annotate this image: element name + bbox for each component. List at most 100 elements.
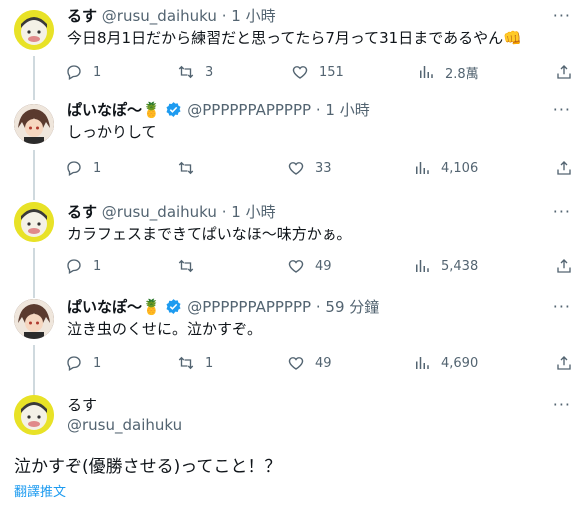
retweet-button[interactable]	[177, 256, 205, 276]
tweet[interactable]: るす @rusu_daihuku · 1 小時 ··· カラフェスまできてぱいな…	[0, 186, 585, 292]
avatar[interactable]	[14, 299, 54, 339]
like-count: 151	[319, 64, 344, 80]
timestamp[interactable]: 1 小時	[231, 7, 275, 25]
reply-button[interactable]: 1	[65, 353, 101, 373]
retweet-count: 3	[205, 64, 214, 80]
views-count: 4,106	[441, 160, 479, 176]
separator: ·	[315, 298, 321, 316]
share-icon	[557, 259, 571, 273]
separator: ·	[221, 203, 227, 221]
display-name[interactable]: るす	[67, 395, 97, 415]
views-button[interactable]: 2.8萬	[417, 62, 479, 82]
share-button[interactable]	[555, 62, 573, 82]
views-icon	[416, 260, 429, 272]
display-name[interactable]: ぱいなぽ〜🍍	[67, 298, 161, 316]
like-icon	[292, 66, 308, 79]
separator: ·	[221, 7, 227, 25]
action-bar: 1 3 151 2.8萬	[60, 62, 575, 82]
more-icon[interactable]: ···	[553, 202, 571, 221]
translate-link[interactable]: 翻譯推文	[14, 481, 66, 500]
display-name[interactable]: るす	[67, 7, 97, 25]
like-count: 33	[315, 160, 332, 176]
reply-button[interactable]: 1	[65, 158, 101, 178]
handle[interactable]: @rusu_daihuku	[102, 203, 217, 221]
like-button[interactable]: 33	[287, 158, 332, 178]
reply-count: 1	[93, 355, 102, 371]
avatar[interactable]	[14, 10, 54, 50]
thread-line	[33, 88, 35, 100]
like-button[interactable]: 49	[287, 256, 332, 276]
share-button[interactable]	[555, 256, 573, 276]
views-icon	[416, 357, 429, 369]
display-name[interactable]: ぱいなぽ〜🍍	[67, 101, 161, 119]
retweet-count: 1	[205, 355, 214, 371]
views-count: 5,438	[441, 258, 479, 274]
share-icon	[557, 161, 571, 175]
like-icon	[288, 162, 304, 175]
like-button[interactable]: 49	[287, 353, 332, 373]
views-count: 2.8萬	[445, 66, 479, 82]
share-button[interactable]	[555, 158, 573, 178]
thread-line	[33, 186, 35, 200]
reply-button[interactable]: 1	[65, 256, 101, 276]
handle[interactable]: @PPPPPPAPPPPP	[187, 298, 311, 316]
retweet-icon	[178, 356, 194, 370]
action-bar: 1 33 4,106	[60, 158, 575, 178]
share-button[interactable]	[555, 353, 573, 373]
retweet-icon	[178, 161, 194, 175]
retweet-button[interactable]	[177, 158, 205, 178]
retweet-button[interactable]: 3	[177, 62, 213, 82]
verified-icon	[166, 102, 181, 117]
display-name[interactable]: るす	[67, 203, 97, 221]
verified-icon	[166, 299, 181, 314]
handle[interactable]: @PPPPPPAPPPPP	[187, 101, 311, 119]
avatar[interactable]	[14, 202, 54, 242]
action-bar: 1 49 5,438	[60, 256, 575, 276]
views-button[interactable]: 4,690	[413, 353, 478, 373]
tweet[interactable]: ぱいなぽ〜🍍 @PPPPPPAPPPPP · 1 小時 ··· しっかりして 1…	[0, 88, 585, 190]
tweet[interactable]: ぱいなぽ〜🍍 @PPPPPPAPPPPP · 59 分鐘 ··· 泣き虫のくせに…	[0, 286, 585, 391]
thread-line	[33, 286, 35, 298]
thread-line	[33, 345, 35, 391]
separator: ·	[315, 101, 321, 119]
like-button[interactable]: 151	[291, 62, 344, 82]
tweet-text: しっかりして	[67, 123, 157, 141]
handle[interactable]: @rusu_daihuku	[67, 415, 182, 435]
tweet-text: カラフェスまできてぱいなほ〜味方かぁ。	[67, 225, 352, 243]
timestamp[interactable]: 1 小時	[231, 203, 275, 221]
tweet-header: ぱいなぽ〜🍍 @PPPPPPAPPPPP · 1 小時	[67, 100, 370, 120]
reply-icon	[67, 65, 81, 80]
reply-count: 1	[93, 160, 102, 176]
action-bar: 1 1 49 4,690	[60, 353, 575, 373]
views-icon	[416, 162, 429, 174]
more-icon[interactable]: ···	[553, 6, 571, 25]
more-icon[interactable]: ···	[553, 297, 571, 316]
share-icon	[557, 65, 571, 79]
views-count: 4,690	[441, 355, 479, 371]
reply-button[interactable]: 1	[65, 62, 101, 82]
tweet-text: 泣き虫のくせに。泣かすぞ。	[67, 320, 263, 338]
views-button[interactable]: 4,106	[413, 158, 478, 178]
timestamp[interactable]: 59 分鐘	[325, 298, 379, 316]
tweet-header: るす @rusu_daihuku · 1 小時	[67, 202, 276, 222]
retweet-icon	[178, 259, 194, 273]
like-count: 49	[315, 355, 332, 371]
tweet-text: 今日8月1日だから練習だと思ってたら7月って31日まであるやん👊	[67, 29, 522, 47]
thread-line	[33, 387, 35, 395]
reply-count: 1	[93, 258, 102, 274]
avatar[interactable]	[14, 395, 54, 435]
tweet[interactable]: るす @rusu_daihuku · 1 小時 ··· 今日8月1日だから練習だ…	[0, 6, 585, 96]
more-icon[interactable]: ···	[553, 395, 571, 414]
handle[interactable]: @rusu_daihuku	[102, 7, 217, 25]
timestamp[interactable]: 1 小時	[325, 101, 369, 119]
views-icon	[420, 66, 433, 78]
share-icon	[557, 356, 571, 370]
reply-icon	[67, 259, 81, 274]
tweet-text: 泣かすぞ(優勝させる)ってこと！？	[14, 457, 282, 477]
retweet-button[interactable]: 1	[177, 353, 213, 373]
thread-line	[33, 150, 35, 190]
tweet-header: ぱいなぽ〜🍍 @PPPPPPAPPPPP · 59 分鐘	[67, 297, 379, 317]
avatar[interactable]	[14, 104, 54, 144]
more-icon[interactable]: ···	[553, 100, 571, 119]
views-button[interactable]: 5,438	[413, 256, 478, 276]
